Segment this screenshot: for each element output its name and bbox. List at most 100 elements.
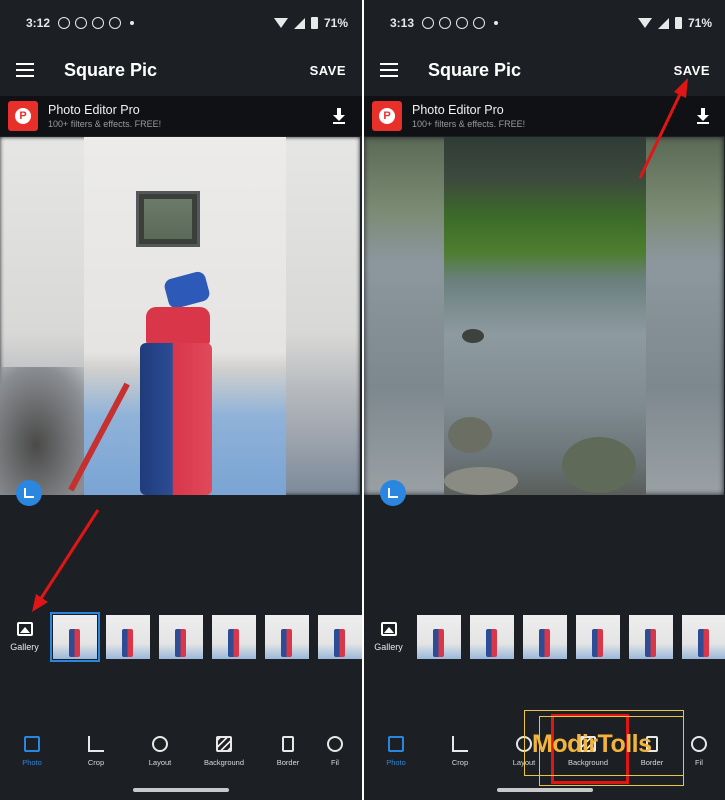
- river-rock: [462, 329, 484, 343]
- filter-icon: [691, 736, 707, 752]
- more-dot-icon: [130, 21, 135, 25]
- bottle-spout: [162, 270, 212, 310]
- tool-label: Layout: [148, 758, 172, 767]
- menu-icon[interactable]: [380, 63, 398, 77]
- ad-title: Photo Editor Pro: [48, 103, 140, 117]
- tool-crop[interactable]: Crop: [428, 736, 492, 776]
- gallery-button[interactable]: Gallery: [366, 622, 411, 652]
- tool-label: Background: [203, 758, 245, 767]
- status-bar: 3:13 71%: [364, 0, 725, 46]
- tool-background[interactable]: Background: [192, 736, 256, 776]
- resize-icon[interactable]: [380, 480, 406, 506]
- app-icon: [439, 17, 452, 29]
- thumbnail-list: [417, 615, 725, 659]
- download-icon[interactable]: [696, 108, 710, 124]
- filter-icon: [327, 736, 343, 752]
- river-rock: [444, 467, 518, 495]
- tool-filter[interactable]: Fil: [684, 736, 714, 776]
- photo-canvas[interactable]: [0, 137, 360, 495]
- ad-banner[interactable]: P Photo Editor Pro 100+ filters & effect…: [0, 96, 362, 136]
- app-title: Square Pic: [64, 59, 158, 80]
- tool-photo[interactable]: Photo: [0, 736, 64, 776]
- tool-label: Fil: [331, 758, 339, 767]
- ad-banner[interactable]: P Photo Editor Pro 100+ filters & effect…: [364, 96, 725, 136]
- photo-foreground: [68, 137, 286, 495]
- river-rock: [448, 417, 492, 453]
- whatsapp-icon: [422, 17, 435, 29]
- gallery-label: Gallery: [10, 642, 39, 652]
- menu-icon[interactable]: [16, 63, 34, 77]
- resize-icon[interactable]: [16, 480, 42, 506]
- gallery-label: Gallery: [374, 642, 403, 652]
- photo-canvas[interactable]: [364, 137, 724, 495]
- thumbnail[interactable]: [159, 615, 203, 659]
- tool-label: Photo: [22, 758, 42, 767]
- bottle-body: [140, 343, 212, 495]
- ad-subtitle: 100+ filters & effects. FREE!: [412, 119, 526, 129]
- photo-strip: Gallery: [0, 612, 362, 662]
- layout-icon: [152, 736, 168, 752]
- chat-icon: [456, 17, 469, 29]
- notification-icons: [58, 17, 135, 29]
- screen-right: 3:13 71% Square Pic SAVE P Photo Editor …: [364, 0, 725, 800]
- thumbnail[interactable]: [212, 615, 256, 659]
- battery-level: 71%: [687, 16, 712, 30]
- ad-title: Photo Editor Pro: [412, 103, 504, 117]
- thumbnail-list: [50, 612, 362, 662]
- bottle-cap: [146, 307, 210, 345]
- watermark-logo: ModirTolls: [532, 730, 652, 758]
- status-time: 3:13: [390, 16, 415, 30]
- border-icon: [282, 736, 294, 752]
- crop-icon: [88, 736, 104, 752]
- thumbnail[interactable]: [523, 615, 567, 659]
- tool-label: Crop: [451, 758, 469, 767]
- bottom-toolbar: Photo Crop Layout Background Border Fil: [0, 736, 362, 776]
- thumbnail[interactable]: [682, 615, 725, 659]
- photo-foreground: [444, 137, 646, 495]
- battery-level: 71%: [323, 16, 348, 30]
- status-time: 3:12: [26, 16, 51, 30]
- chat-icon: [92, 17, 105, 29]
- download-icon[interactable]: [332, 108, 346, 124]
- tool-photo[interactable]: Photo: [364, 736, 428, 776]
- thumbnail[interactable]: [417, 615, 461, 659]
- gallery-button[interactable]: Gallery: [2, 622, 47, 652]
- thumbnail[interactable]: [470, 615, 514, 659]
- app-icon: [75, 17, 88, 29]
- gallery-icon: [16, 622, 33, 636]
- wifi-icon: [273, 18, 288, 28]
- signal-icon: [293, 17, 305, 29]
- tool-label: Photo: [386, 758, 406, 767]
- ad-subtitle: 100+ filters & effects. FREE!: [48, 119, 162, 129]
- ad-logo-icon: P: [372, 101, 402, 131]
- tool-label: Border: [276, 758, 300, 767]
- thumbnail[interactable]: [50, 612, 100, 662]
- home-indicator[interactable]: [497, 788, 593, 792]
- status-bar: 3:12 71%: [0, 0, 362, 46]
- thumbnail[interactable]: [629, 615, 673, 659]
- home-indicator[interactable]: [133, 788, 229, 792]
- thumbnail[interactable]: [265, 615, 309, 659]
- photo-strip: Gallery: [364, 612, 725, 662]
- notification-icons: [422, 17, 499, 29]
- battery-icon: [674, 17, 682, 29]
- thumbnail[interactable]: [576, 615, 620, 659]
- tool-layout[interactable]: Layout: [128, 736, 192, 776]
- tool-border[interactable]: Border: [256, 736, 320, 776]
- home-icon: [109, 17, 122, 29]
- whatsapp-icon: [58, 17, 71, 29]
- tool-label: Fil: [695, 758, 703, 767]
- app-bar: Square Pic SAVE: [364, 46, 725, 94]
- save-button[interactable]: SAVE: [310, 63, 346, 78]
- thumbnail[interactable]: [106, 615, 150, 659]
- tool-crop[interactable]: Crop: [64, 736, 128, 776]
- background-icon: [216, 736, 232, 752]
- app-bar: Square Pic SAVE: [0, 46, 362, 94]
- save-button[interactable]: SAVE: [674, 63, 710, 78]
- photo-icon: [388, 736, 404, 752]
- tool-filter[interactable]: Fil: [320, 736, 350, 776]
- signal-icon: [657, 17, 669, 29]
- home-icon: [473, 17, 486, 29]
- thumbnail[interactable]: [318, 615, 362, 659]
- gallery-icon: [380, 622, 397, 636]
